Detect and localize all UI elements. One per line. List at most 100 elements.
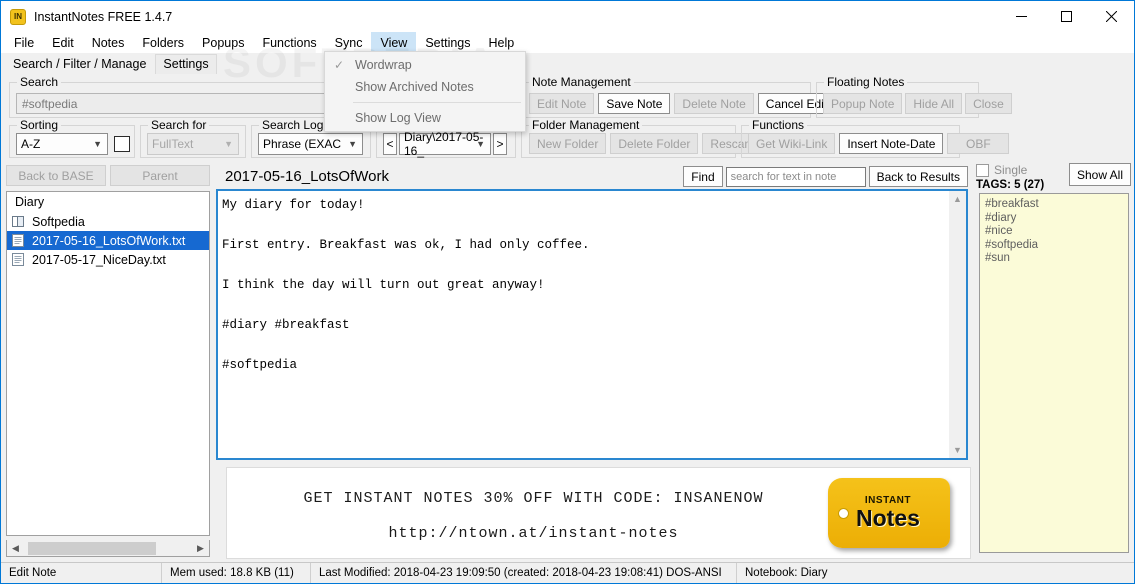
list-item-label: 2017-05-16_LotsOfWork.txt bbox=[32, 233, 186, 248]
delete-note-button[interactable]: Delete Note bbox=[674, 93, 754, 114]
file-list[interactable]: Diary Softpedia 2017-05-16_LotsOfWork.tx… bbox=[6, 191, 210, 536]
menu-sync[interactable]: Sync bbox=[326, 32, 372, 53]
window-title: InstantNotes FREE 1.4.7 bbox=[34, 9, 173, 24]
editor-vertical-scrollbar[interactable]: ▲ ▼ bbox=[949, 191, 966, 458]
file-list-horizontal-scrollbar[interactable]: ◀ ▶ bbox=[6, 540, 210, 557]
chevron-down-icon: ▼ bbox=[348, 139, 357, 149]
search-for-group: Search for FullText ▼ bbox=[140, 118, 246, 158]
scroll-down-icon[interactable]: ▼ bbox=[953, 442, 962, 458]
note-editor[interactable]: My diary for today! First entry. Breakfa… bbox=[216, 189, 968, 460]
menu-item-show-log-view[interactable]: Show Log View bbox=[325, 107, 525, 129]
popup-note-button[interactable]: Popup Note bbox=[823, 93, 903, 114]
menu-settings[interactable]: Settings bbox=[416, 32, 479, 53]
list-item[interactable]: 2017-05-16_LotsOfWork.txt bbox=[7, 231, 209, 250]
obf-button[interactable]: OBF bbox=[947, 133, 1010, 154]
back-to-results-button[interactable]: Back to Results bbox=[868, 166, 968, 187]
menu-file[interactable]: File bbox=[5, 32, 43, 53]
app-icon: IN bbox=[10, 8, 26, 25]
tab-settings[interactable]: Settings bbox=[155, 54, 217, 74]
close-floating-button[interactable]: Close bbox=[965, 93, 1012, 114]
floating-notes-buttons: Popup Note Hide All Close bbox=[823, 93, 1012, 114]
tag-list[interactable]: #breakfast #diary #nice #softpedia #sun bbox=[979, 193, 1129, 553]
scrollbar-track[interactable] bbox=[24, 541, 192, 556]
instant-notes-logo: INSTANT Notes bbox=[828, 478, 950, 548]
note-search-tools: Find search for text in note Back to Res… bbox=[683, 166, 968, 187]
single-checkbox[interactable] bbox=[976, 163, 989, 177]
search-for-value: FullText bbox=[152, 137, 194, 151]
menu-functions[interactable]: Functions bbox=[253, 32, 325, 53]
scrollbar-thumb[interactable] bbox=[28, 541, 156, 555]
hide-all-button[interactable]: Hide All bbox=[905, 93, 963, 114]
menu-item-show-archived-notes[interactable]: Show Archived Notes bbox=[325, 76, 525, 98]
functions-group: Functions Get Wiki-Link Insert Note-Date… bbox=[741, 118, 1010, 158]
tag-item[interactable]: #softpedia bbox=[985, 239, 1123, 253]
back-to-base-button[interactable]: Back to BASE bbox=[6, 165, 106, 186]
menu-item-show-log-view-label: Show Log View bbox=[355, 111, 441, 125]
menu-folders[interactable]: Folders bbox=[133, 32, 193, 53]
get-wiki-link-button[interactable]: Get Wiki-Link bbox=[748, 133, 836, 154]
scroll-left-icon[interactable]: ◀ bbox=[7, 543, 24, 554]
logo-bottom-label: Notes bbox=[856, 505, 920, 532]
scroll-right-icon[interactable]: ▶ bbox=[192, 543, 209, 554]
menu-view[interactable]: View bbox=[371, 32, 417, 53]
folder-nav: < Diary\2017-05-16_ ▼ > bbox=[383, 130, 507, 158]
minimize-button[interactable] bbox=[999, 1, 1044, 32]
tags-panel-header: Single TAGS: 5 (27) Show All bbox=[976, 163, 1131, 191]
show-all-button[interactable]: Show All bbox=[1068, 163, 1131, 186]
insert-note-date-button[interactable]: Insert Note-Date bbox=[839, 133, 944, 154]
close-button[interactable] bbox=[1089, 1, 1134, 32]
tag-item[interactable]: #nice bbox=[985, 225, 1123, 239]
application-window: IN InstantNotes FREE 1.4.7 File Edit Not… bbox=[0, 0, 1135, 584]
note-title: 2017-05-16_LotsOfWork bbox=[225, 168, 389, 185]
menu-notes[interactable]: Notes bbox=[83, 32, 134, 53]
floating-notes-group: Floating Notes Popup Note Hide All Close bbox=[816, 75, 1012, 118]
save-note-button[interactable]: Save Note bbox=[598, 93, 671, 114]
single-label: Single bbox=[994, 163, 1028, 177]
note-header: 2017-05-16_LotsOfWork Find search for te… bbox=[216, 165, 968, 188]
sorting-group-legend: Sorting bbox=[17, 118, 62, 132]
chevron-down-icon: ▼ bbox=[93, 139, 102, 149]
status-mode: Edit Note bbox=[9, 567, 57, 579]
promo-banner[interactable]: GET INSTANT NOTES 30% OFF WITH CODE: INS… bbox=[226, 467, 971, 559]
folder-next-button[interactable]: > bbox=[493, 133, 507, 155]
list-item[interactable]: 2017-05-17_NiceDay.txt bbox=[7, 250, 209, 269]
search-for-select[interactable]: FullText ▼ bbox=[147, 133, 239, 155]
menu-edit[interactable]: Edit bbox=[43, 32, 83, 53]
chevron-down-icon: ▼ bbox=[224, 139, 233, 149]
menu-item-wordwrap[interactable]: ✓ Wordwrap bbox=[325, 54, 525, 76]
folder-path-select[interactable]: Diary\2017-05-16_ ▼ bbox=[399, 130, 491, 158]
single-checkbox-row[interactable]: Single bbox=[976, 163, 1044, 177]
tag-item[interactable]: #diary bbox=[985, 212, 1123, 226]
navigation-buttons: Back to BASE Parent bbox=[6, 165, 210, 186]
note-body-text[interactable]: My diary for today! First entry. Breakfa… bbox=[222, 195, 946, 375]
scroll-up-icon[interactable]: ▲ bbox=[953, 191, 962, 207]
title-bar: IN InstantNotes FREE 1.4.7 bbox=[1, 1, 1134, 32]
new-folder-button[interactable]: New Folder bbox=[529, 133, 607, 154]
sorting-group: Sorting A-Z ▼ bbox=[9, 118, 135, 158]
parent-button[interactable]: Parent bbox=[110, 165, 210, 186]
delete-folder-button[interactable]: Delete Folder bbox=[610, 133, 699, 154]
tags-panel: Single TAGS: 5 (27) Show All #breakfast … bbox=[976, 163, 1131, 559]
note-search-input[interactable]: search for text in note bbox=[725, 166, 866, 187]
sorting-select[interactable]: A-Z ▼ bbox=[16, 133, 108, 155]
sorting-value: A-Z bbox=[21, 137, 41, 151]
search-for-legend: Search for bbox=[148, 118, 210, 132]
list-item[interactable]: Softpedia bbox=[7, 212, 209, 231]
tag-item[interactable]: #sun bbox=[985, 252, 1123, 266]
folder-prev-button[interactable]: < bbox=[383, 133, 397, 155]
menu-help[interactable]: Help bbox=[480, 32, 524, 53]
search-logic-select[interactable]: Phrase (EXAC ▼ bbox=[258, 133, 363, 155]
list-item-label: 2017-05-17_NiceDay.txt bbox=[32, 252, 166, 267]
tab-search-filter-manage[interactable]: Search / Filter / Manage bbox=[6, 55, 153, 74]
menu-popups[interactable]: Popups bbox=[193, 32, 253, 53]
menu-bar: File Edit Notes Folders Popups Functions… bbox=[1, 32, 1134, 53]
view-dropdown-menu: ✓ Wordwrap Show Archived Notes Show Log … bbox=[324, 51, 526, 132]
find-button[interactable]: Find bbox=[683, 166, 723, 187]
edit-note-button[interactable]: Edit Note bbox=[529, 93, 595, 114]
folder-management-group: Folder Management New Folder Delete Fold… bbox=[521, 118, 803, 158]
note-management-legend: Note Management bbox=[529, 75, 634, 89]
maximize-button[interactable] bbox=[1044, 1, 1089, 32]
tags-count-label: TAGS: 5 (27) bbox=[976, 179, 1045, 191]
tag-item[interactable]: #breakfast bbox=[985, 198, 1123, 212]
sorting-reverse-checkbox[interactable] bbox=[114, 136, 130, 152]
